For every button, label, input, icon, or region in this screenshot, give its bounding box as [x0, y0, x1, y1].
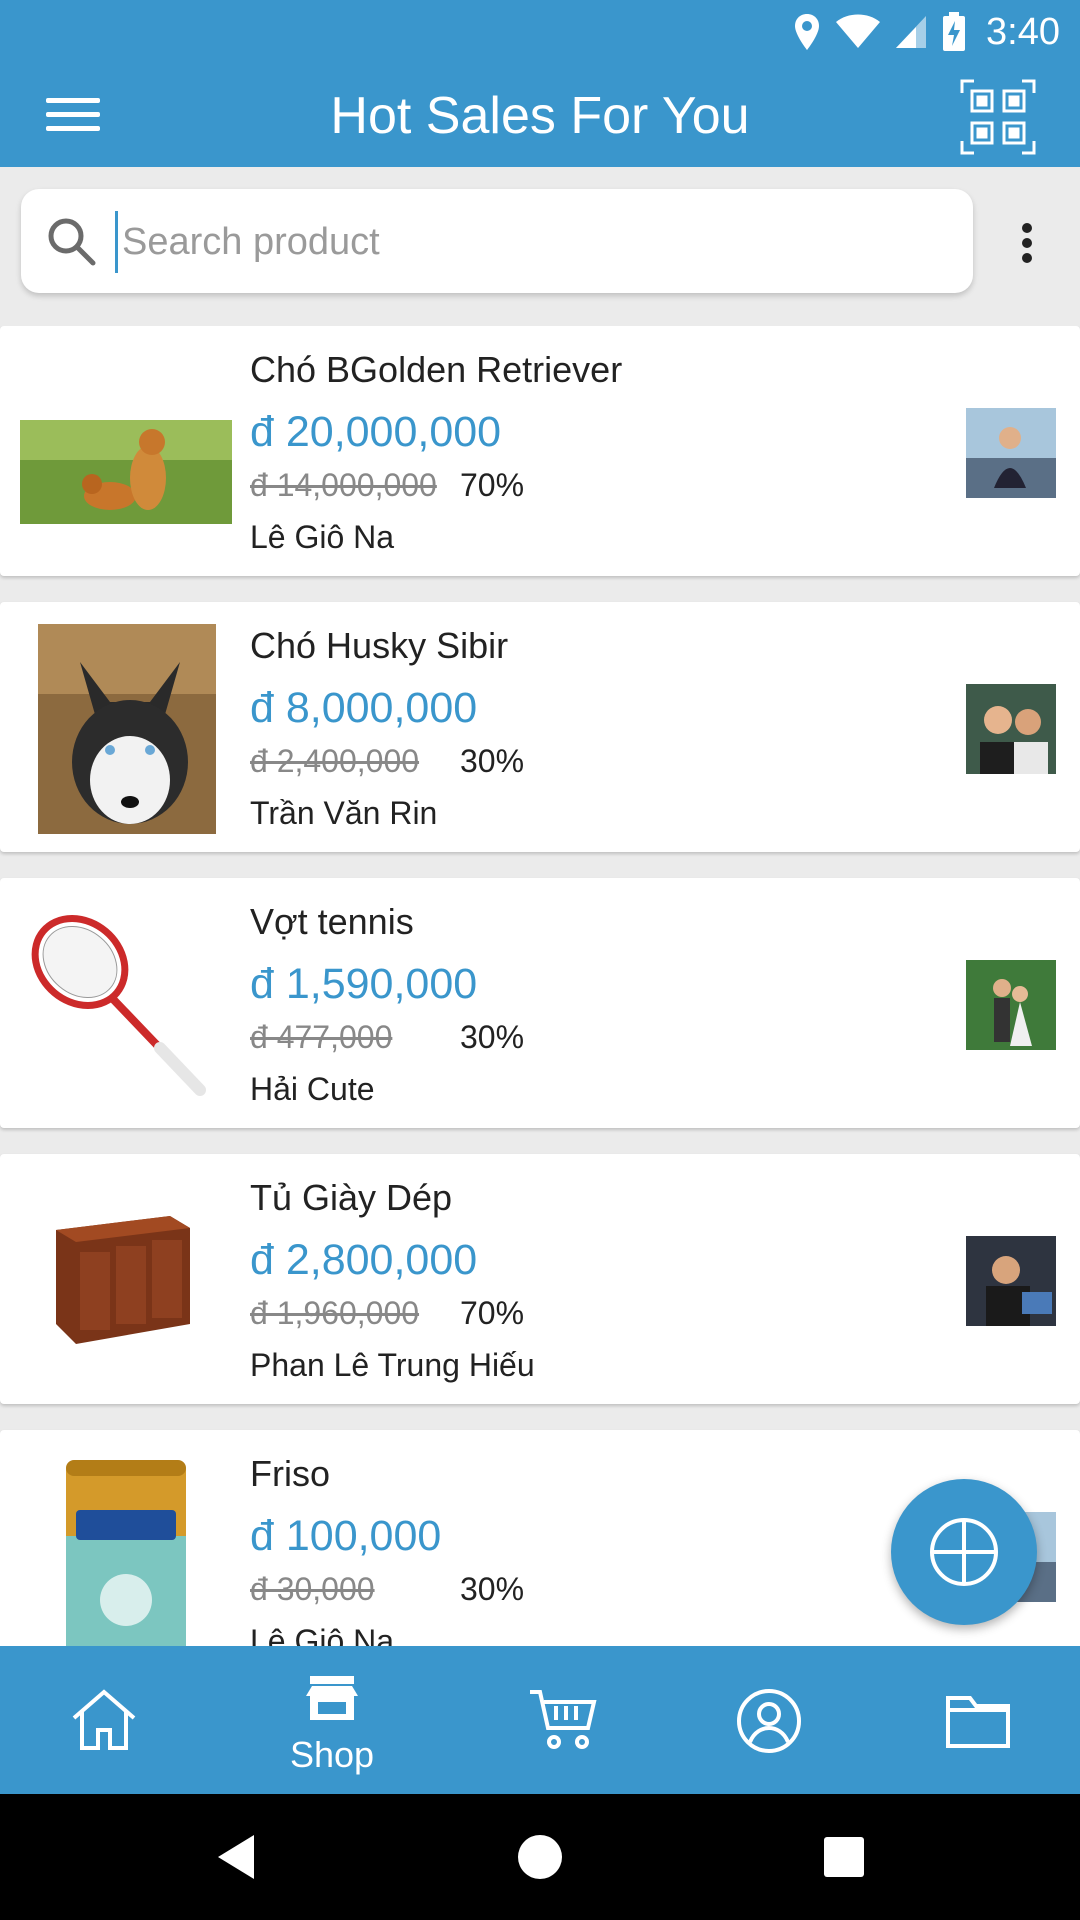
seller-name: Hải Cute	[250, 1071, 375, 1107]
discount-badge: 70%	[460, 1295, 525, 1331]
qr-code-icon	[960, 79, 1036, 155]
nav-profile[interactable]	[690, 1646, 850, 1794]
nav-cart[interactable]	[482, 1646, 642, 1794]
old-price: đ 30,000	[250, 1571, 375, 1607]
old-price-row: đ 14,000,000 70%	[250, 458, 622, 512]
page-title: Hot Sales For You	[330, 87, 750, 145]
old-price-row: đ 2,400,000 30%	[250, 734, 524, 788]
cart-icon	[530, 1690, 597, 1749]
product-card[interactable]: Chó BGolden Retriever đ 20,000,000 đ 14,…	[0, 326, 1080, 576]
product-image-friso-can	[20, 1450, 232, 1646]
home-circle-icon[interactable]	[504, 1821, 576, 1893]
system-nav-bar	[0, 1794, 1080, 1920]
discount-badge: 70%	[460, 467, 525, 503]
search-input[interactable]	[115, 211, 944, 273]
seller-avatar[interactable]	[966, 1236, 1056, 1326]
product-price: đ 20,000,000	[250, 408, 502, 456]
old-price: đ 2,400,000	[250, 743, 420, 779]
product-list: Chó BGolden Retriever đ 20,000,000 đ 14,…	[0, 326, 1080, 1646]
old-price-row: đ 1,960,000 70%	[250, 1286, 535, 1340]
product-card[interactable]: Vợt tennis đ 1,590,000 đ 477,000 30% Hải …	[0, 878, 1080, 1128]
product-card[interactable]: Tủ Giày Dép đ 2,800,000 đ 1,960,000 70% P…	[0, 1154, 1080, 1404]
product-name: Tủ Giày Dép	[250, 1177, 453, 1218]
product-image-tennis-racket	[20, 898, 232, 1110]
add-circle-icon	[930, 1518, 998, 1586]
old-price-row: đ 477,000 30%	[250, 1010, 524, 1064]
old-price: đ 14,000,000	[250, 467, 437, 503]
search-row	[0, 167, 1080, 315]
old-price-row: đ 30,000 30%	[250, 1562, 524, 1616]
status-icons: 3:40	[792, 6, 1060, 58]
product-name: Chó BGolden Retriever	[250, 349, 623, 390]
store-icon	[306, 1676, 358, 1720]
seller-name: Phan Lê Trung Hiếu	[250, 1347, 535, 1383]
product-card[interactable]: Chó Husky Sibir đ 8,000,000 đ 2,400,000 3…	[0, 602, 1080, 852]
seller-avatar[interactable]	[966, 408, 1056, 498]
old-price: đ 1,960,000	[250, 1295, 420, 1331]
product-name: Vợt tennis	[250, 901, 414, 942]
old-price: đ 477,000	[250, 1019, 393, 1055]
product-price: đ 8,000,000	[250, 684, 478, 732]
product-info: Vợt tennis đ 1,590,000 đ 477,000 30% Hải …	[250, 900, 524, 1114]
seller-name: Trần Văn Rin	[250, 795, 438, 831]
back-icon[interactable]	[200, 1821, 272, 1893]
folder-icon	[946, 1696, 1010, 1748]
more-vert-icon	[1022, 223, 1032, 233]
more-options-button[interactable]	[1010, 219, 1044, 269]
battery-charging-icon	[943, 12, 966, 51]
product-image-husky	[38, 624, 216, 834]
seller-name: Lê Giô Na	[250, 1623, 395, 1646]
product-info: Chó BGolden Retriever đ 20,000,000 đ 14,…	[250, 348, 622, 562]
product-info: Tủ Giày Dép đ 2,800,000 đ 1,960,000 70% P…	[250, 1176, 535, 1390]
product-image-shoe-cabinet	[20, 1174, 232, 1386]
product-info: Chó Husky Sibir đ 8,000,000 đ 2,400,000 3…	[250, 624, 524, 838]
home-icon	[72, 1689, 136, 1750]
bottom-nav: Shop	[0, 1646, 1080, 1794]
recents-icon[interactable]	[808, 1821, 880, 1893]
nav-home[interactable]	[24, 1646, 184, 1794]
user-circle-icon	[737, 1689, 801, 1753]
product-image-golden-retriever	[20, 420, 232, 524]
product-price: đ 100,000	[250, 1512, 442, 1560]
seller-avatar[interactable]	[966, 960, 1056, 1050]
seller-name: Lê Giô Na	[250, 519, 395, 555]
location-icon	[795, 14, 820, 50]
status-bar: 3:40	[0, 0, 1080, 63]
product-info: Friso đ 100,000 đ 30,000 30% Lê Giô Na	[250, 1452, 524, 1646]
add-product-fab[interactable]	[891, 1479, 1037, 1625]
wifi-icon	[836, 14, 881, 48]
product-name: Chó Husky Sibir	[250, 625, 509, 666]
status-time: 3:40	[986, 10, 1060, 53]
discount-badge: 30%	[460, 1019, 525, 1055]
app-bar: Hot Sales For You	[0, 63, 1080, 167]
product-name: Friso	[250, 1453, 330, 1494]
search-box	[21, 189, 973, 293]
product-price: đ 1,590,000	[250, 960, 478, 1008]
search-icon	[48, 218, 96, 266]
signal-icon	[896, 16, 927, 48]
seller-avatar[interactable]	[966, 684, 1056, 774]
discount-badge: 30%	[460, 1571, 525, 1607]
product-price: đ 2,800,000	[250, 1236, 478, 1284]
discount-badge: 30%	[460, 743, 525, 779]
qr-scan-button[interactable]	[958, 77, 1038, 157]
nav-folder[interactable]	[896, 1646, 1056, 1794]
nav-shop-label: Shop	[289, 1734, 375, 1775]
nav-shop[interactable]: Shop	[252, 1646, 412, 1794]
